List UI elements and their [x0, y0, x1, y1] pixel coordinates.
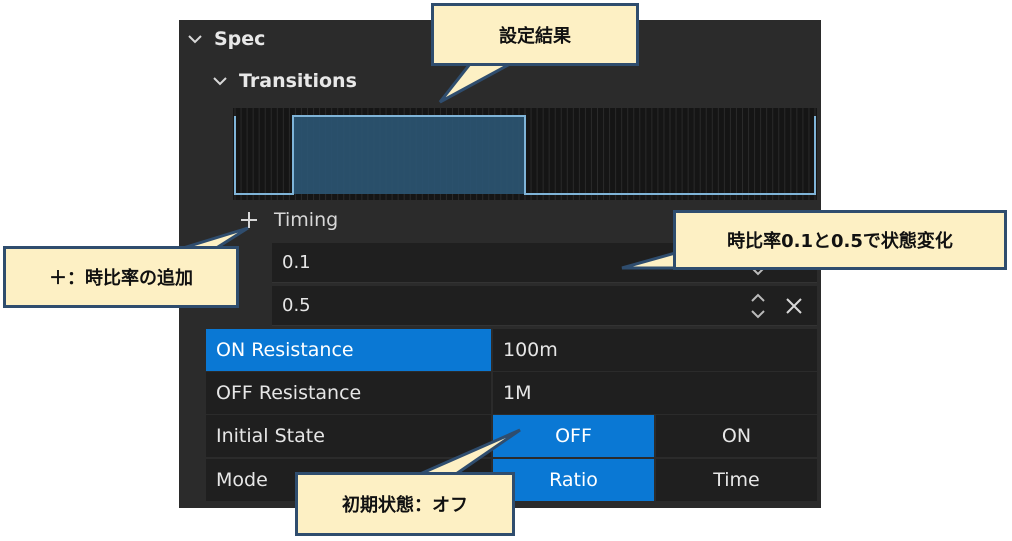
timing-value-field[interactable]: 0.5 — [272, 286, 817, 326]
timing-row: Timing — [238, 202, 338, 238]
waveform-plot — [234, 108, 816, 200]
callout-ratio-change: 時比率0.1と0.5で状態変化 — [673, 210, 1007, 270]
mode-toggle[interactable]: Ratio Time — [493, 459, 817, 501]
property-label[interactable]: ON Resistance — [206, 329, 493, 371]
property-row-on-resistance[interactable]: ON Resistance 100m — [206, 329, 817, 371]
property-row-off-resistance[interactable]: OFF Resistance 1M — [206, 372, 817, 414]
close-icon[interactable] — [783, 295, 805, 317]
chevron-down-icon — [186, 30, 204, 48]
callout-add-ratio: ＋：時比率の追加 — [3, 246, 239, 308]
waveform-on-region — [293, 116, 525, 194]
property-label[interactable]: OFF Resistance — [206, 372, 493, 414]
callout-result: 設定結果 — [431, 3, 639, 66]
timing-value: 0.1 — [282, 252, 311, 273]
mode-option-time[interactable]: Time — [654, 459, 817, 501]
timing-label: Timing — [274, 209, 339, 231]
property-label: Initial State — [206, 415, 493, 457]
transition-waveform — [233, 108, 817, 200]
chevron-down-icon — [211, 72, 229, 90]
property-value[interactable]: 1M — [493, 372, 817, 414]
property-value[interactable]: 100m — [493, 329, 817, 371]
initial-state-option-off[interactable]: OFF — [493, 415, 654, 457]
mode-option-ratio[interactable]: Ratio — [493, 459, 654, 501]
spinner-icon[interactable] — [749, 290, 767, 322]
callout-initial-off: 初期状態：オフ — [295, 472, 515, 536]
transitions-section-header[interactable]: Transitions — [211, 70, 357, 92]
property-row-initial-state: Initial State OFF ON — [206, 415, 817, 457]
transitions-section-label: Transitions — [239, 70, 357, 92]
initial-state-toggle[interactable]: OFF ON — [493, 415, 817, 457]
spec-section-label: Spec — [214, 28, 266, 50]
add-timing-icon[interactable] — [238, 209, 260, 231]
timing-value: 0.5 — [282, 295, 311, 316]
initial-state-option-on[interactable]: ON — [654, 415, 817, 457]
spec-section-header[interactable]: Spec — [186, 28, 265, 50]
